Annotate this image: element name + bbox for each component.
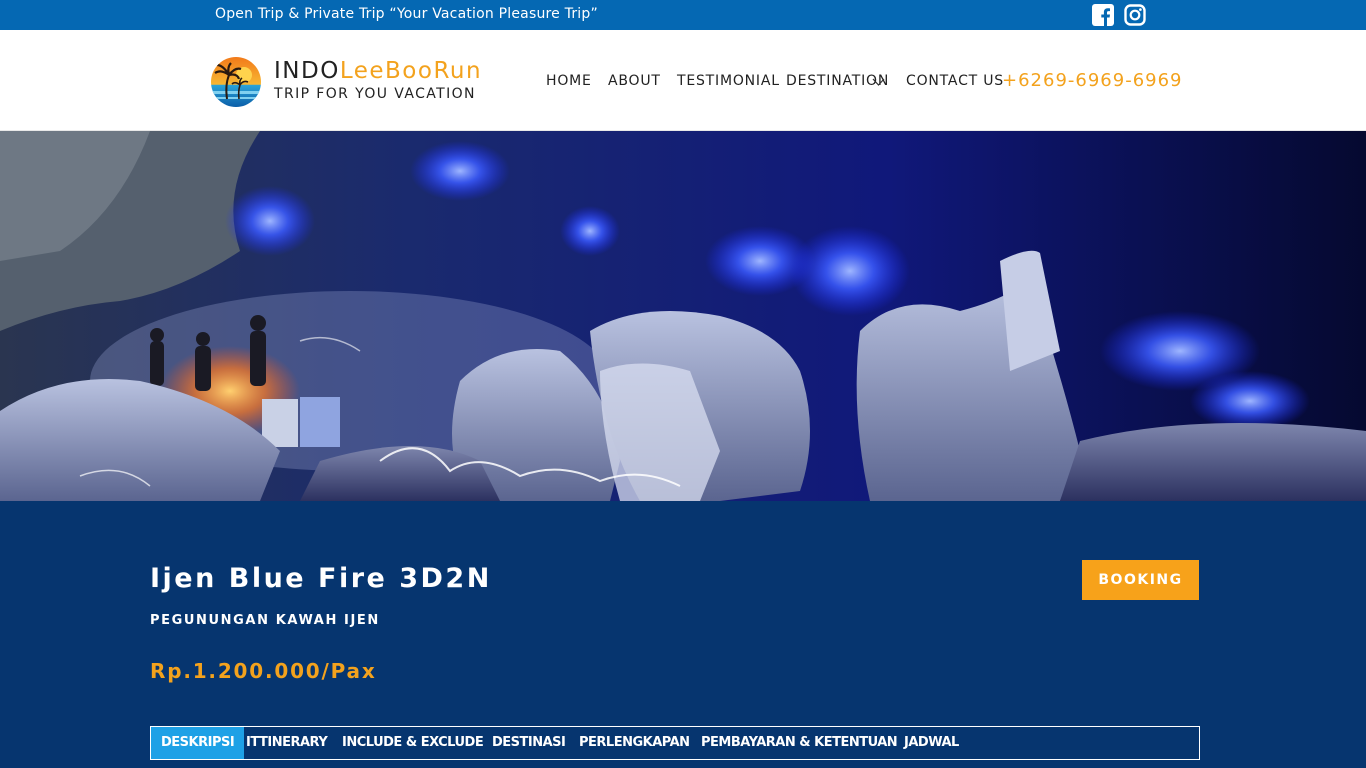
phone-number[interactable]: +6269-6969-6969 bbox=[1002, 70, 1183, 91]
brand-subtitle: TRIP FOR YOU VACATION bbox=[274, 86, 476, 102]
nav-testimonial[interactable]: TESTIMONIAL bbox=[677, 73, 780, 89]
tagline: Open Trip & Private Trip “Your Vacation … bbox=[215, 6, 598, 22]
booking-button[interactable]: BOOKING bbox=[1082, 560, 1199, 600]
tab-perlengkapan[interactable]: PERLENGKAPAN bbox=[579, 727, 690, 759]
nav-about[interactable]: ABOUT bbox=[608, 73, 661, 89]
top-bar: Open Trip & Private Trip “Your Vacation … bbox=[0, 0, 1366, 30]
logo-icon[interactable] bbox=[209, 55, 263, 109]
tab-jadwal[interactable]: JADWAL bbox=[904, 727, 959, 759]
site-header: INDOLeeBooRun TRIP FOR YOU VACATION HOME… bbox=[0, 30, 1366, 131]
facebook-icon[interactable] bbox=[1092, 4, 1114, 26]
brand-part-2: LeeBooRun bbox=[339, 58, 483, 84]
chevron-down-icon[interactable] bbox=[872, 77, 885, 87]
tour-region: PEGUNUNGAN KAWAH IJEN bbox=[150, 613, 380, 628]
nav-home[interactable]: HOME bbox=[546, 73, 592, 89]
tour-detail-section: Ijen Blue Fire 3D2N PEGUNUNGAN KAWAH IJE… bbox=[0, 501, 1366, 768]
instagram-icon[interactable] bbox=[1124, 4, 1146, 26]
tab-pembayaran-ketentuan[interactable]: PEMBAYARAN & KETENTUAN bbox=[701, 727, 898, 759]
tour-tabs: DESKRIPSI ITTINERARY INCLUDE & EXCLUDE D… bbox=[150, 726, 1200, 760]
nav-contact-us[interactable]: CONTACT US bbox=[906, 73, 1004, 89]
brand-part-1: INDO bbox=[274, 58, 340, 84]
tab-include-exclude[interactable]: INCLUDE & EXCLUDE bbox=[342, 727, 484, 759]
hero-image bbox=[0, 131, 1366, 501]
tab-destinasi[interactable]: DESTINASI bbox=[492, 727, 566, 759]
tour-title: Ijen Blue Fire 3D2N bbox=[150, 563, 492, 594]
tab-ittinerary[interactable]: ITTINERARY bbox=[246, 727, 328, 759]
ijen-blue-fire-photo bbox=[0, 131, 1366, 501]
tour-price: Rp.1.200.000/Pax bbox=[150, 659, 377, 683]
tab-deskripsi[interactable]: DESKRIPSI bbox=[151, 727, 245, 759]
brand-name[interactable]: INDOLeeBooRun bbox=[274, 58, 482, 84]
